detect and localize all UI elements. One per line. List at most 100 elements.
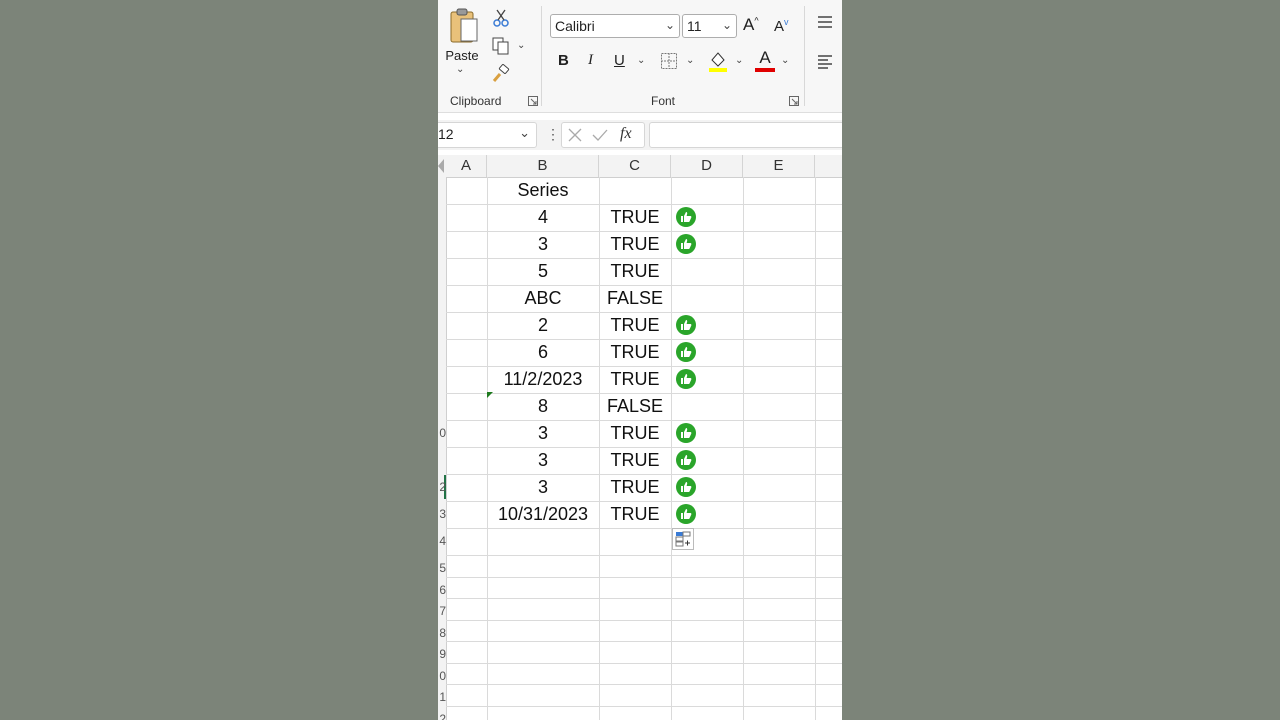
- error-indicator-icon[interactable]: [487, 392, 493, 398]
- font-color-button[interactable]: A: [755, 48, 775, 68]
- column-header-b[interactable]: B: [487, 155, 599, 177]
- align-left-icon[interactable]: [816, 54, 834, 70]
- row-number[interactable]: 2: [438, 480, 446, 494]
- font-size-combo[interactable]: 11 ⌄: [682, 14, 737, 38]
- cell-c[interactable]: TRUE: [599, 447, 671, 474]
- row-number[interactable]: 6: [438, 583, 446, 597]
- cell-c[interactable]: TRUE: [599, 474, 671, 501]
- row-gridline: [446, 684, 842, 685]
- row-gridline: [446, 577, 842, 578]
- row-number[interactable]: 2: [438, 712, 446, 720]
- column-header-c[interactable]: C: [599, 155, 671, 177]
- cell-b[interactable]: 11/2/2023: [487, 366, 599, 393]
- cell-b[interactable]: ABC: [487, 285, 599, 312]
- cut-icon[interactable]: [492, 8, 510, 28]
- row-number[interactable]: 7: [438, 604, 446, 618]
- cell-b[interactable]: 8: [487, 393, 599, 420]
- row-number[interactable]: 3: [438, 507, 446, 521]
- formula-input[interactable]: [649, 122, 842, 148]
- cell-b[interactable]: 6: [487, 339, 599, 366]
- select-all-icon[interactable]: [438, 159, 444, 173]
- align-top-icon[interactable]: [816, 14, 834, 30]
- cancel-icon[interactable]: [566, 127, 584, 143]
- column-header-e[interactable]: E: [743, 155, 815, 177]
- shrink-font-icon: A: [774, 18, 785, 35]
- thumbs-up-icon: [676, 423, 696, 443]
- cell-b[interactable]: 3: [487, 447, 599, 474]
- paste-label[interactable]: Paste: [444, 48, 480, 63]
- cell-c[interactable]: [599, 177, 671, 204]
- thumbs-up-icon: [676, 234, 696, 254]
- cell-b[interactable]: 3: [487, 474, 599, 501]
- cell-b[interactable]: 3: [487, 420, 599, 447]
- font-color-dropdown-icon[interactable]: ⌄: [781, 55, 789, 66]
- shrink-font-button[interactable]: Av: [774, 17, 789, 35]
- formula-actions: fx: [561, 122, 645, 148]
- row-gridline: [446, 706, 842, 707]
- column-header-d[interactable]: D: [671, 155, 743, 177]
- row-number[interactable]: 9: [438, 647, 446, 661]
- cell-c[interactable]: TRUE: [599, 204, 671, 231]
- row-number[interactable]: 0: [438, 426, 446, 440]
- cell-c[interactable]: TRUE: [599, 312, 671, 339]
- cell-b[interactable]: 2: [487, 312, 599, 339]
- name-box-value: 12: [438, 126, 454, 142]
- fill-color-icon[interactable]: [708, 50, 728, 72]
- borders-dropdown-icon[interactable]: ⌄: [686, 55, 694, 66]
- thumbs-up-icon: [676, 369, 696, 389]
- insert-function-icon[interactable]: fx: [620, 125, 632, 143]
- cell-b[interactable]: Series: [487, 177, 599, 204]
- cell-b[interactable]: 5: [487, 258, 599, 285]
- worksheet-grid[interactable]: A B C D E 023456789012 Series 4 TRUE 3 TRUE 5…: [438, 155, 842, 720]
- row-number[interactable]: 8: [438, 626, 446, 640]
- font-group-label: Font: [651, 94, 676, 108]
- enter-icon[interactable]: [591, 127, 609, 143]
- cell-c[interactable]: FALSE: [599, 285, 671, 312]
- cell-c[interactable]: TRUE: [599, 420, 671, 447]
- cell-c[interactable]: TRUE: [599, 258, 671, 285]
- bold-button[interactable]: B: [558, 52, 569, 69]
- formula-bar: 12 ⌄ ⋮ fx: [438, 120, 842, 150]
- cell-c[interactable]: TRUE: [599, 501, 671, 528]
- paste-dropdown-icon[interactable]: ⌄: [456, 64, 464, 75]
- quick-analysis-icon[interactable]: [672, 528, 694, 550]
- format-painter-icon[interactable]: [491, 64, 511, 84]
- paste-icon[interactable]: [448, 6, 480, 46]
- name-box[interactable]: 12 ⌄: [438, 122, 537, 148]
- ribbon-separator: [541, 6, 542, 106]
- cell-b[interactable]: 10/31/2023: [487, 501, 599, 528]
- row-number[interactable]: 5: [438, 561, 446, 575]
- ribbon: Paste ⌄ ⌄ Clipboard Calibri ⌄ 11 ⌄ A^ Av…: [438, 0, 842, 113]
- row-number[interactable]: 4: [438, 534, 446, 548]
- font-name-combo[interactable]: Calibri ⌄: [550, 14, 680, 38]
- row-number[interactable]: 0: [438, 669, 446, 683]
- font-color-swatch: [755, 68, 775, 72]
- grow-font-button[interactable]: A^: [743, 15, 759, 35]
- cell-c[interactable]: TRUE: [599, 366, 671, 393]
- row-number[interactable]: 1: [438, 690, 446, 704]
- cell-c[interactable]: TRUE: [599, 339, 671, 366]
- chevron-down-icon[interactable]: ⌄: [519, 125, 530, 141]
- thumbs-up-icon: [676, 504, 696, 524]
- underline-button[interactable]: U: [614, 52, 625, 69]
- column-header-a[interactable]: A: [446, 155, 487, 177]
- excel-window: Paste ⌄ ⌄ Clipboard Calibri ⌄ 11 ⌄ A^ Av…: [438, 0, 842, 720]
- grow-font-icon: A: [743, 15, 755, 34]
- more-options-icon[interactable]: ⋮: [546, 126, 560, 143]
- cell-c[interactable]: TRUE: [599, 231, 671, 258]
- thumbs-up-icon: [676, 342, 696, 362]
- borders-icon[interactable]: [660, 52, 678, 70]
- copy-icon[interactable]: [490, 36, 512, 56]
- clipboard-launcher-icon[interactable]: [528, 96, 538, 106]
- cell-c[interactable]: FALSE: [599, 393, 671, 420]
- fill-color-dropdown-icon[interactable]: ⌄: [735, 55, 743, 66]
- font-launcher-icon[interactable]: [789, 96, 799, 106]
- italic-button[interactable]: I: [588, 52, 593, 69]
- row-gridline: [446, 663, 842, 664]
- font-size-value: 11: [687, 18, 702, 34]
- copy-dropdown-icon[interactable]: ⌄: [517, 40, 525, 51]
- thumbs-up-icon: [676, 477, 696, 497]
- cell-b[interactable]: 3: [487, 231, 599, 258]
- underline-dropdown-icon[interactable]: ⌄: [637, 55, 645, 66]
- cell-b[interactable]: 4: [487, 204, 599, 231]
